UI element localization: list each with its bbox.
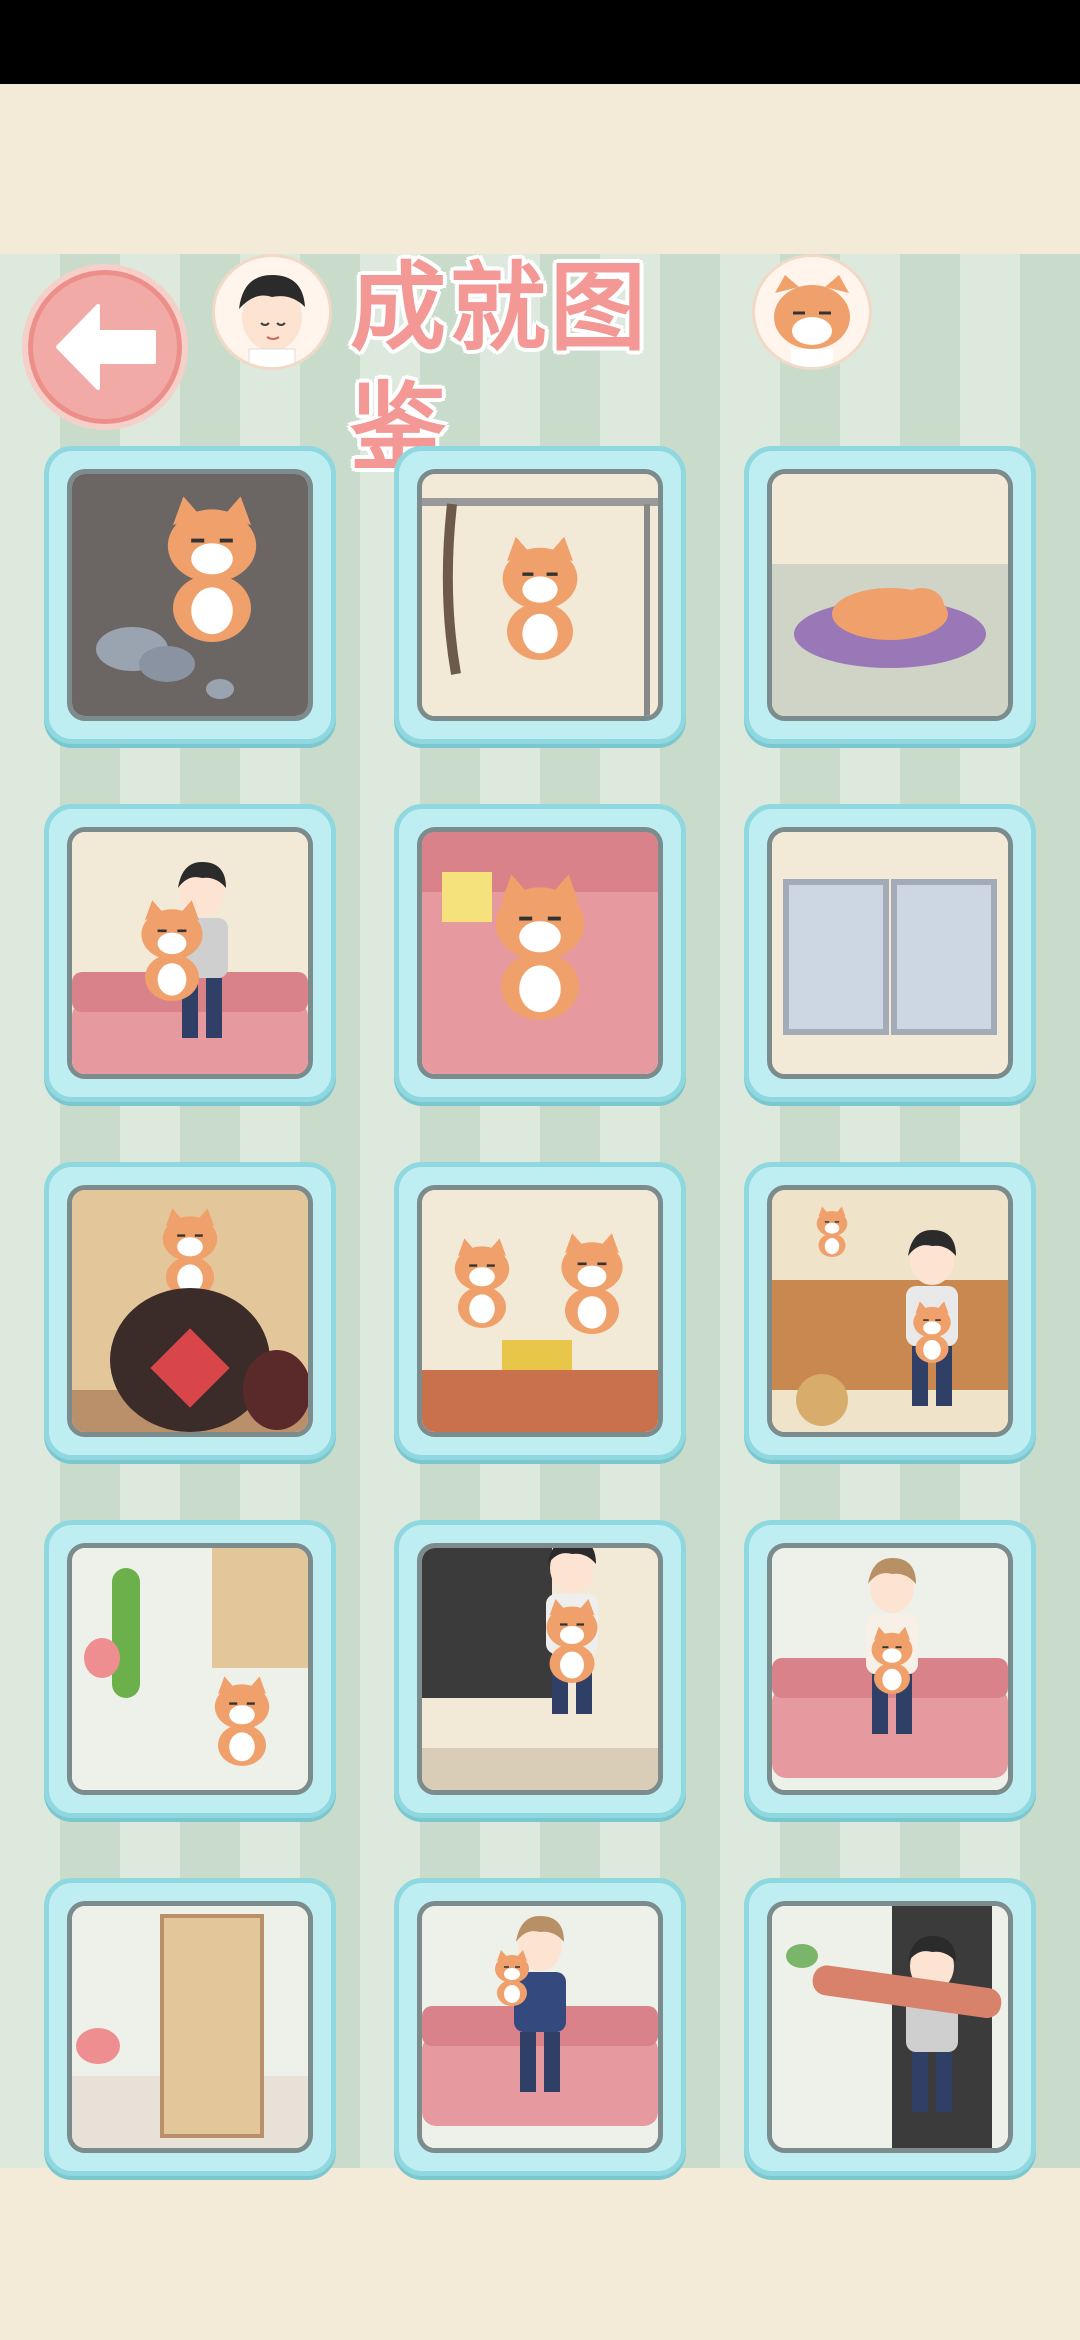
- boy-avatar: [212, 254, 332, 370]
- achievement-card-cat-stretching-door[interactable]: [744, 1878, 1036, 2176]
- achievement-illustration: [417, 1543, 663, 1795]
- top-margin: [0, 84, 1080, 254]
- achievement-illustration: [767, 1901, 1013, 2153]
- cat-avatar: [752, 254, 872, 370]
- achievement-illustration: [767, 1543, 1013, 1795]
- achievement-illustration: [67, 1901, 313, 2153]
- achievement-illustration: [767, 469, 1013, 721]
- achievement-card-lucky-cat-statue[interactable]: [394, 1162, 686, 1460]
- page-title: 成就图鉴: [350, 252, 650, 484]
- achievement-illustration: [767, 827, 1013, 1079]
- achievement-illustration: [767, 1185, 1013, 1437]
- achievement-card-empty-window[interactable]: [744, 804, 1036, 1102]
- achievement-card-empty-room-screen[interactable]: [44, 1878, 336, 2176]
- achievement-illustration: [67, 1543, 313, 1795]
- achievement-card-woman-with-cat-sofa[interactable]: [744, 1520, 1036, 1818]
- achievement-card-cat-in-wine-jar[interactable]: [44, 1162, 336, 1460]
- achievement-illustration: [417, 1185, 663, 1437]
- achievement-card-woman-cat-on-shoulder[interactable]: [394, 1878, 686, 2176]
- back-button[interactable]: [22, 264, 188, 430]
- achievement-card-cat-sleeping-on-cushion[interactable]: [744, 446, 1036, 744]
- achievement-illustration: [67, 1185, 313, 1437]
- achievement-card-cat-sitting-on-sofa[interactable]: [394, 804, 686, 1102]
- achievement-illustration: [67, 827, 313, 1079]
- bottom-margin: [0, 2168, 1080, 2340]
- status-bar: [0, 0, 1080, 84]
- achievement-card-boy-hugging-cat[interactable]: [44, 804, 336, 1102]
- achievement-card-cat-hanging-from-bar[interactable]: [394, 446, 686, 744]
- achievement-card-cucumber-scaring-cat[interactable]: [44, 1520, 336, 1818]
- achievement-illustration: [417, 469, 663, 721]
- achievement-card-boy-holding-cat-door[interactable]: [394, 1520, 686, 1818]
- achievement-card-cat-catching-mice[interactable]: [44, 446, 336, 744]
- achievement-illustration: [417, 827, 663, 1079]
- achievement-illustration: [417, 1901, 663, 2153]
- arrow-left-icon: [56, 304, 156, 390]
- achievement-card-boy-holding-cat-shop[interactable]: [744, 1162, 1036, 1460]
- achievement-illustration: [67, 469, 313, 721]
